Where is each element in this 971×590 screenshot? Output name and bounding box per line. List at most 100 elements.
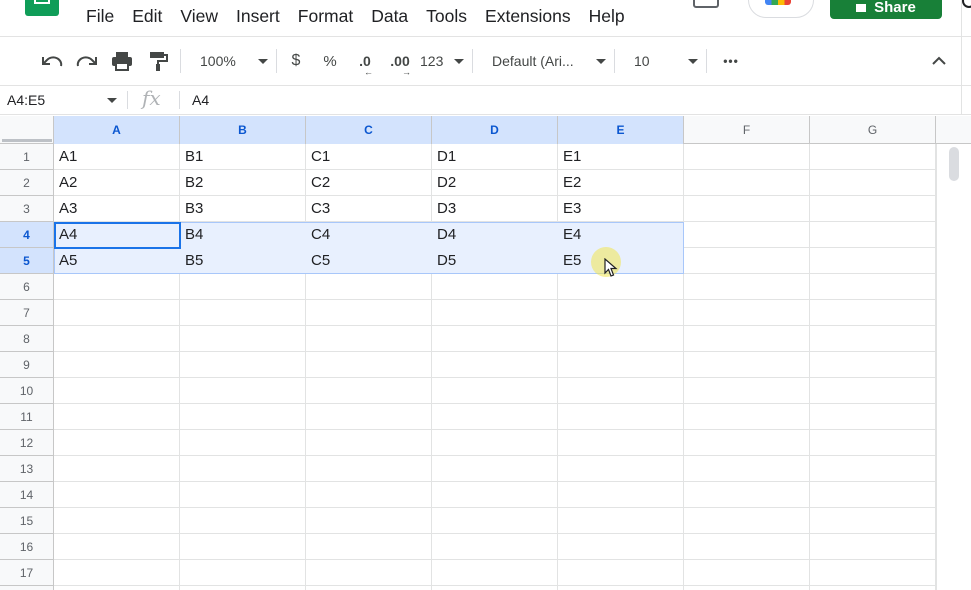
cell-a4[interactable]: A4 [54, 222, 180, 248]
increase-decimal-button[interactable]: .00 → [386, 37, 414, 85]
grid-row-line [54, 507, 936, 508]
row-header-8[interactable]: 8 [0, 326, 53, 352]
cell-c2[interactable]: C2 [306, 170, 432, 196]
comment-icon[interactable] [693, 0, 719, 8]
toolbar-divider [614, 49, 615, 73]
cell-d1[interactable]: D1 [432, 144, 558, 170]
font-size-select[interactable]: 10 [622, 37, 698, 85]
row-headers: 1 2 3 4 5 6 7 8 9 10 11 12 13 14 15 16 17 [0, 144, 54, 590]
cell-b2[interactable]: B2 [180, 170, 306, 196]
toolbar-divider [276, 49, 277, 73]
row-header-11[interactable]: 11 [0, 404, 53, 430]
cell-a1[interactable]: A1 [54, 144, 180, 170]
row-header-14[interactable]: 14 [0, 482, 53, 508]
column-header-d[interactable]: D [432, 116, 558, 144]
row-header-13[interactable]: 13 [0, 456, 53, 482]
menu-data[interactable]: Data [371, 6, 408, 27]
row-header-9[interactable]: 9 [0, 352, 53, 378]
zoom-select[interactable]: 100% [188, 37, 268, 85]
column-header-c[interactable]: C [306, 116, 432, 144]
row-header-12[interactable]: 12 [0, 430, 53, 456]
select-all-corner[interactable] [0, 116, 54, 144]
grid-row-line [54, 377, 936, 378]
redo-icon [76, 56, 97, 67]
menu-extensions[interactable]: Extensions [485, 6, 571, 27]
row-header-16[interactable]: 16 [0, 534, 53, 560]
menu-help[interactable]: Help [589, 6, 625, 27]
grid-row-line [54, 585, 936, 586]
row-header-5[interactable]: 5 [0, 248, 53, 274]
share-button[interactable]: Share [830, 0, 942, 19]
cell-d2[interactable]: D2 [432, 170, 558, 196]
sheets-logo-icon[interactable] [25, 0, 59, 16]
menu-file[interactable]: File [86, 6, 114, 27]
column-header-a[interactable]: A [54, 116, 180, 144]
row-header-10[interactable]: 10 [0, 378, 53, 404]
column-header-g[interactable]: G [810, 116, 936, 144]
row-header-7[interactable]: 7 [0, 300, 53, 326]
cell-c4[interactable]: C4 [306, 222, 432, 248]
redo-button[interactable] [73, 37, 101, 85]
paint-format-button[interactable] [144, 37, 172, 85]
lock-icon [856, 4, 867, 13]
decrease-decimal-button[interactable]: .0 ← [352, 37, 378, 85]
menu-format[interactable]: Format [298, 6, 353, 27]
cell-c5[interactable]: C5 [306, 248, 432, 274]
menu-edit[interactable]: Edit [132, 6, 162, 27]
grid-row-line [54, 481, 936, 482]
undo-button[interactable] [38, 37, 66, 85]
column-header-e[interactable]: E [558, 116, 684, 144]
toolbar: 100% $ % .0 ← .00 → 123 Default (Ari... 10… [0, 36, 971, 86]
more-options-button[interactable]: ••• [716, 37, 746, 85]
cell-e3[interactable]: E3 [558, 196, 684, 222]
cell-e4[interactable]: E4 [558, 222, 684, 248]
scrollbar-thumb[interactable] [949, 147, 959, 181]
cell-b4[interactable]: B4 [180, 222, 306, 248]
cell-e2[interactable]: E2 [558, 170, 684, 196]
column-header-f[interactable]: F [684, 116, 810, 144]
print-button[interactable] [108, 37, 136, 85]
name-box[interactable]: A4:E5 [0, 86, 126, 114]
row-header-3[interactable]: 3 [0, 196, 53, 222]
chevron-down-icon [688, 58, 698, 64]
toolbar-divider [180, 49, 181, 73]
cell-b1[interactable]: B1 [180, 144, 306, 170]
formula-input[interactable]: A4 [192, 92, 209, 108]
grid-column-line [809, 144, 810, 590]
menu-view[interactable]: View [180, 6, 218, 27]
column-header-b[interactable]: B [180, 116, 306, 144]
toolbar-divider [706, 49, 707, 73]
meet-button[interactable] [748, 0, 814, 18]
menu-insert[interactable]: Insert [236, 6, 280, 27]
chevron-down-icon [258, 58, 268, 64]
percent-button[interactable]: % [318, 37, 342, 85]
cell-d3[interactable]: D3 [432, 196, 558, 222]
cell-d4[interactable]: D4 [432, 222, 558, 248]
font-family-select[interactable]: Default (Ari... [480, 37, 606, 85]
cell-c1[interactable]: C1 [306, 144, 432, 170]
cell-a3[interactable]: A3 [54, 196, 180, 222]
cell-a2[interactable]: A2 [54, 170, 180, 196]
cell-e5[interactable]: E5 [558, 248, 684, 274]
currency-button[interactable]: $ [284, 37, 308, 85]
number-format-select[interactable]: 123 [420, 37, 464, 85]
cell-c3[interactable]: C3 [306, 196, 432, 222]
account-avatar[interactable] [962, 0, 971, 8]
row-header-6[interactable]: 6 [0, 274, 53, 300]
row-header-2[interactable]: 2 [0, 170, 53, 196]
row-header-1[interactable]: 1 [0, 144, 53, 170]
collapse-toolbar-button[interactable] [926, 37, 952, 85]
cell-b5[interactable]: B5 [180, 248, 306, 274]
meet-icon [765, 0, 791, 5]
grid-row-line [54, 559, 936, 560]
cell-d5[interactable]: D5 [432, 248, 558, 274]
row-header-15[interactable]: 15 [0, 508, 53, 534]
row-header-4[interactable]: 4 [0, 222, 53, 248]
cell-b3[interactable]: B3 [180, 196, 306, 222]
cell-e1[interactable]: E1 [558, 144, 684, 170]
menu-tools[interactable]: Tools [426, 6, 467, 27]
vertical-scrollbar[interactable] [936, 144, 971, 590]
cell-a5[interactable]: A5 [54, 248, 180, 274]
window-edge [961, 0, 962, 115]
row-header-17[interactable]: 17 [0, 560, 53, 586]
